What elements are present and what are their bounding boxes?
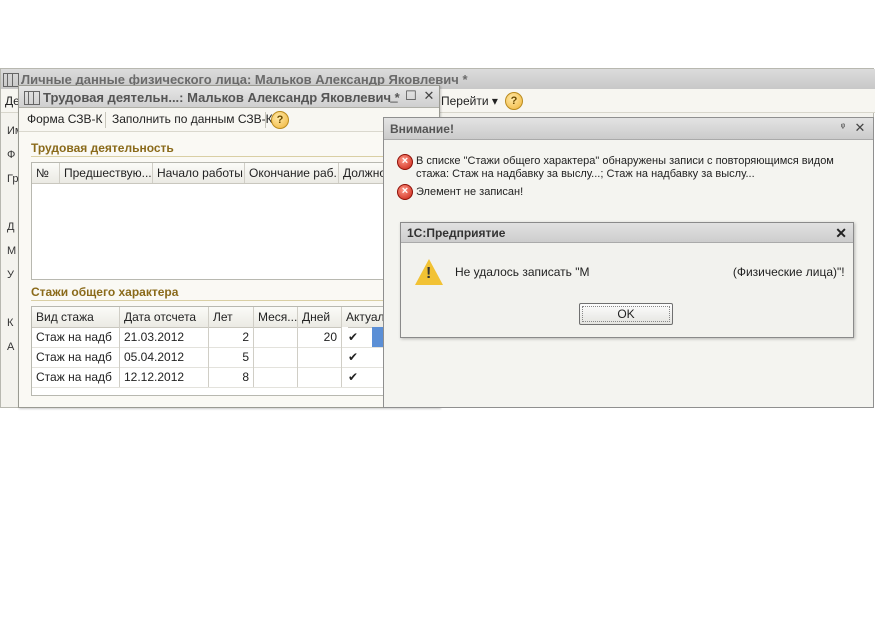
cell-months	[254, 367, 298, 387]
cell-months	[254, 327, 298, 347]
enterprise-dialog: 1С:Предприятие ✕ ! Не удалось записать "…	[400, 222, 854, 338]
cell-date: 05.04.2012	[120, 347, 209, 367]
side-item: У	[7, 269, 14, 281]
table-header: № Предшествую... Начало работы Окончание…	[32, 163, 438, 184]
table-row[interactable]: Стаж на надб 12.12.2012 8 ✔	[32, 367, 438, 388]
side-item: Ф	[7, 149, 16, 161]
help-icon[interactable]: ?	[505, 92, 523, 110]
error-message-line: стажа: Стаж на надбавку за выслу...; Ста…	[416, 168, 755, 180]
section-divider	[31, 156, 391, 157]
cell-days	[298, 367, 342, 387]
warning-exclamation: !	[426, 265, 432, 282]
cell-date: 21.03.2012	[120, 327, 209, 347]
side-item: Гр	[7, 173, 19, 185]
work-history-title-bar[interactable]: Трудовая деятельн...: Мальков Александр …	[19, 86, 439, 108]
table-icon	[24, 91, 40, 105]
ok-button[interactable]: OK	[579, 303, 673, 325]
work-history-toolbar: Форма СЗВ-К Заполнить по данным СЗВ-К ?	[19, 108, 439, 132]
goto-button[interactable]: Перейти ▾	[441, 94, 498, 108]
table-icon	[3, 73, 19, 87]
side-item: А	[7, 341, 15, 353]
cell-years: 5	[209, 347, 254, 367]
column-header[interactable]: Лет	[209, 307, 254, 327]
minimize-button[interactable]: _	[387, 89, 401, 103]
column-header[interactable]: Дней	[298, 307, 342, 327]
close-button[interactable]: ✕	[422, 89, 436, 103]
form-szv-k-button[interactable]: Форма СЗВ-К	[27, 112, 103, 126]
close-button[interactable]: ✕	[835, 225, 847, 242]
close-button[interactable]: ✕	[853, 121, 867, 135]
pin-icon[interactable]: ᵠ	[836, 121, 850, 135]
column-header[interactable]: Дата отсчета	[120, 307, 209, 327]
cell-type: Стаж на надб	[32, 367, 120, 387]
attention-title: Внимание!	[390, 122, 454, 136]
column-header[interactable]: Должно	[339, 163, 389, 183]
table-row[interactable]: Стаж на надб 21.03.2012 2 20 ✔	[32, 327, 438, 348]
cell-type: Стаж на надб	[32, 327, 120, 347]
table-header: Вид стажа Дата отсчета Лет Меся... Дней …	[32, 307, 438, 328]
error-message-line: В списке "Стажи общего характера" обнару…	[416, 155, 834, 167]
column-header[interactable]: Вид стажа	[32, 307, 120, 327]
column-header[interactable]: Начало работы	[153, 163, 245, 183]
maximize-button[interactable]: ☐	[404, 89, 418, 103]
side-item: Д	[7, 221, 15, 233]
table-row[interactable]: Стаж на надб 05.04.2012 5 ✔	[32, 347, 438, 368]
cell-months	[254, 347, 298, 367]
toolbar-separator	[105, 112, 106, 128]
help-icon[interactable]: ?	[271, 111, 289, 129]
column-header[interactable]: Предшествую...	[60, 163, 153, 183]
work-history-window: Трудовая деятельн...: Мальков Александр …	[18, 85, 441, 408]
work-history-section-title: Трудовая деятельность	[31, 141, 174, 155]
dialog-message: Не удалось записать "М (Физические лица)…	[455, 265, 845, 279]
general-experience-table[interactable]: Вид стажа Дата отсчета Лет Меся... Дней …	[31, 306, 441, 396]
cell-date: 12.12.2012	[120, 367, 209, 387]
cell-type: Стаж на надб	[32, 347, 120, 367]
toolbar-separator	[265, 112, 266, 128]
work-history-table[interactable]: № Предшествую... Начало работы Окончание…	[31, 162, 441, 280]
cell-days: 20	[298, 327, 342, 347]
cell-years: 2	[209, 327, 254, 347]
section-divider	[31, 300, 391, 301]
side-item: К	[7, 317, 14, 329]
general-experience-section-title: Стажи общего характера	[31, 285, 179, 299]
error-message-line: Элемент не записан!	[416, 186, 524, 198]
error-icon: ×	[397, 184, 413, 200]
dialog-title: 1С:Предприятие	[407, 226, 506, 240]
column-header[interactable]: Окончание раб...	[245, 163, 339, 183]
cell-days	[298, 347, 342, 367]
side-item: М	[7, 245, 17, 257]
column-header[interactable]: Меся...	[254, 307, 298, 327]
column-header[interactable]: №	[32, 163, 60, 183]
dialog-title-bar[interactable]: 1С:Предприятие ✕	[401, 223, 853, 243]
fill-by-szv-k-button[interactable]: Заполнить по данным СЗВ-К	[112, 112, 273, 126]
error-icon: ×	[397, 154, 413, 170]
work-history-title: Трудовая деятельн...: Мальков Александр …	[43, 90, 400, 105]
attention-title-bar[interactable]: Внимание! ᵠ ✕	[384, 118, 873, 140]
cell-years: 8	[209, 367, 254, 387]
